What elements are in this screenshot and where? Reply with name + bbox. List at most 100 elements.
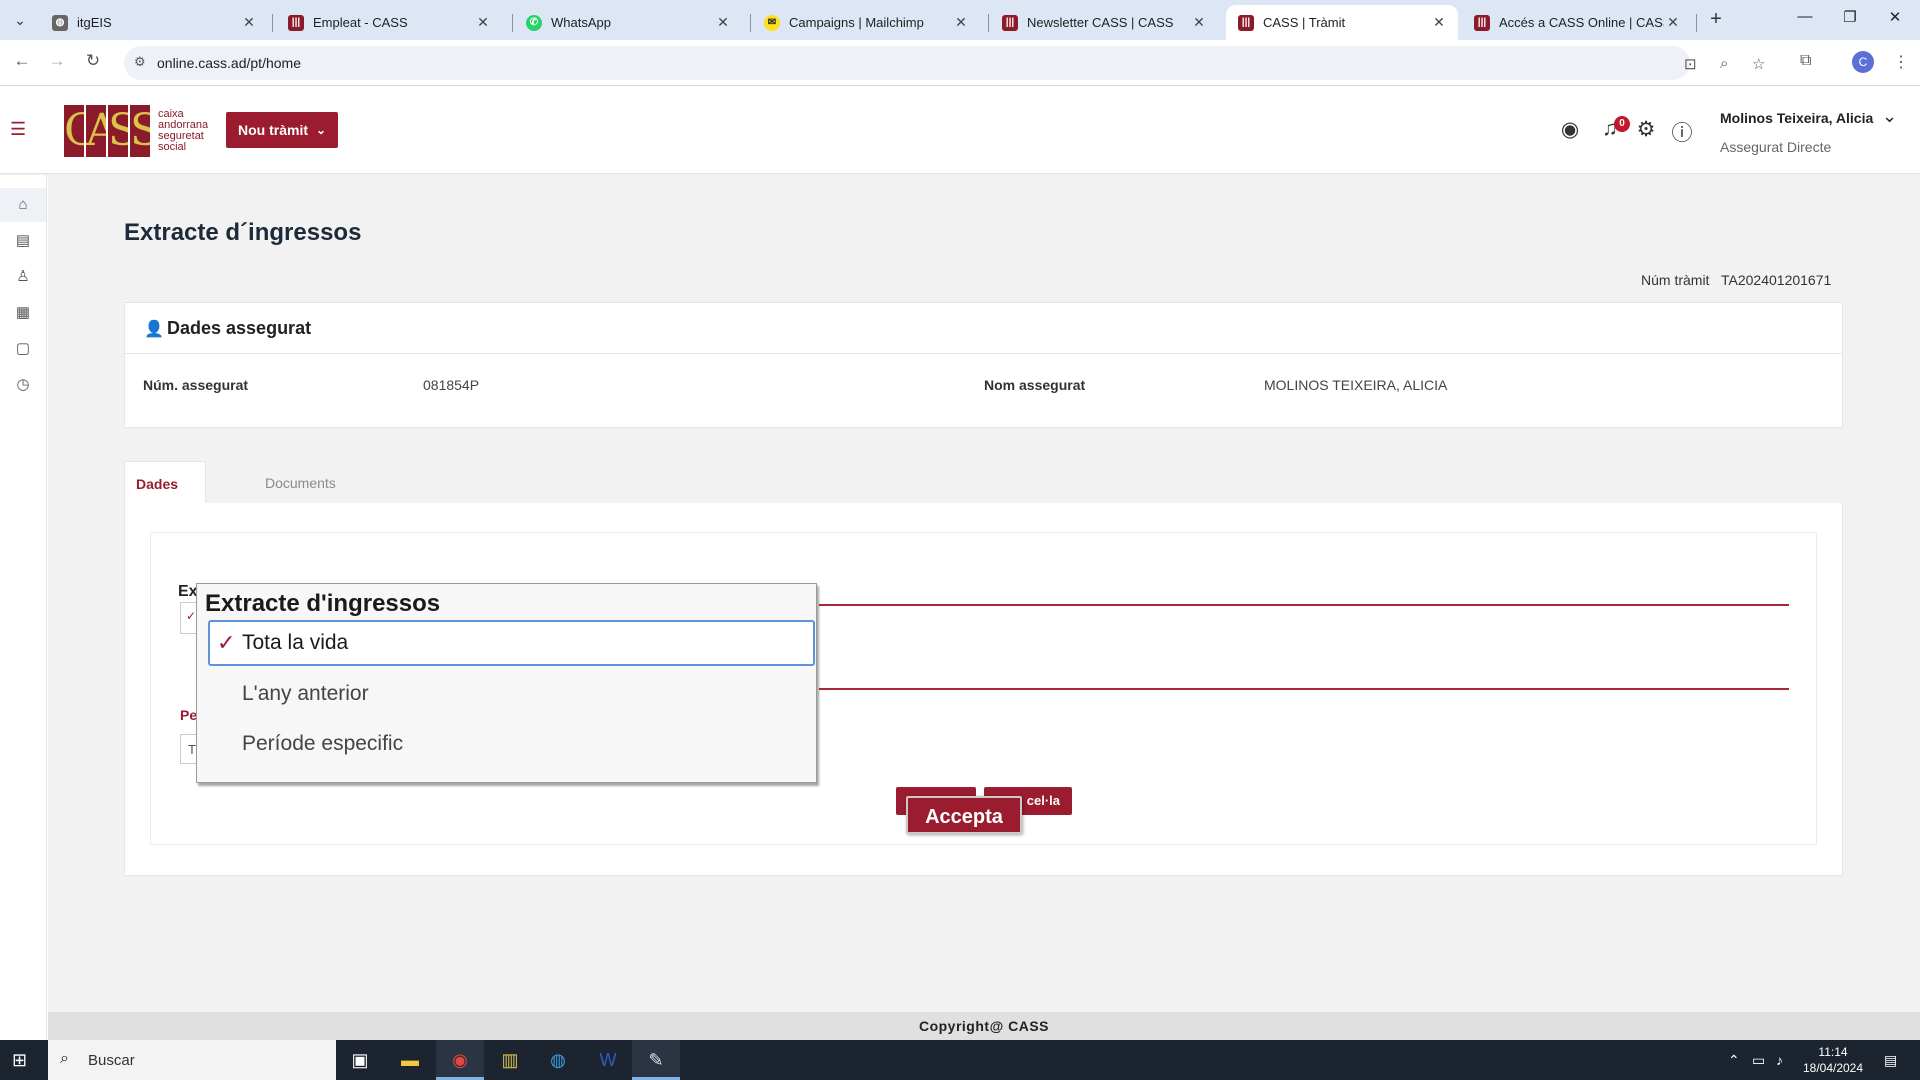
check-icon: ✓ bbox=[217, 630, 236, 655]
hamburger-menu-icon[interactable]: ☰ bbox=[10, 119, 26, 140]
tab-title: CASS | Tràmit bbox=[1263, 15, 1346, 30]
left-sidebar: ⌂ ▤ ♙ ▦ ▢ ◷ bbox=[0, 175, 47, 1040]
calendar-clock-icon[interactable]: ◷ bbox=[0, 368, 46, 402]
dropdown-option-periode-especific[interactable]: Període especific bbox=[208, 721, 815, 767]
person-pin-icon[interactable]: ♙ bbox=[0, 260, 46, 294]
insured-number-label: Núm. assegurat bbox=[143, 377, 249, 393]
close-tab-icon[interactable]: ✕ bbox=[474, 14, 492, 31]
id-card-icon[interactable]: ▤ bbox=[0, 224, 46, 258]
insured-data-card: 👤 Dades assegurat Núm. assegurat 081854P… bbox=[124, 302, 1843, 428]
gear-icon[interactable]: ⚙ bbox=[1632, 117, 1660, 142]
taskbar-clock[interactable]: 11:14 18/04/2024 bbox=[1798, 1044, 1868, 1076]
extensions-icon[interactable]: ⧉ bbox=[1800, 52, 1811, 70]
close-window-icon[interactable]: ✕ bbox=[1880, 8, 1910, 26]
period-label: Pe bbox=[180, 707, 198, 723]
close-tab-icon[interactable]: ✕ bbox=[1664, 14, 1682, 31]
user-name[interactable]: Molinos Teixeira, Alicia bbox=[1720, 110, 1873, 126]
close-tab-icon[interactable]: ✕ bbox=[952, 14, 970, 31]
notification-center-icon[interactable]: ▤ bbox=[1884, 1052, 1897, 1069]
tab-title: WhatsApp bbox=[551, 15, 611, 30]
browser-tab[interactable]: ◍ itgEIS ✕ bbox=[40, 5, 268, 40]
close-tab-icon[interactable]: ✕ bbox=[1190, 14, 1208, 31]
user-account-icon[interactable]: ◉ bbox=[1556, 117, 1584, 142]
home-icon[interactable]: ⌂ bbox=[0, 188, 46, 222]
tab-search-chevron-icon[interactable]: ⌄ bbox=[8, 8, 32, 32]
browser-tab[interactable]: ||| Empleat - CASS ✕ bbox=[276, 5, 502, 40]
chrome-icon[interactable]: ◉ bbox=[436, 1040, 484, 1080]
url-text[interactable]: online.cass.ad/pt/home bbox=[157, 55, 301, 71]
check-icon: ✓ bbox=[186, 609, 197, 623]
address-bar[interactable]: ⚙ online.cass.ad/pt/home ⊡ ⌕ ☆ bbox=[124, 46, 1765, 80]
browser-tab[interactable]: ||| Newsletter CASS | CASS ✕ bbox=[990, 5, 1218, 40]
new-procedure-button[interactable]: Nou tràmit ⌄ bbox=[226, 112, 339, 148]
new-tab-plus-icon[interactable]: + bbox=[1704, 8, 1728, 31]
whatsapp-icon: ✆ bbox=[526, 14, 542, 31]
cass-icon: ||| bbox=[1238, 14, 1254, 31]
browser-tab-strip: ⌄ ◍ itgEIS ✕ ||| Empleat - CASS ✕ ✆ What… bbox=[0, 0, 1920, 40]
cass-icon: ||| bbox=[1002, 14, 1018, 31]
bookmark-star-icon[interactable]: ☆ bbox=[1752, 55, 1765, 73]
network-icon[interactable]: ▭ bbox=[1752, 1052, 1765, 1069]
windows-start-icon[interactable]: ⊞ bbox=[12, 1050, 27, 1071]
globe-app-icon[interactable]: ◍ bbox=[534, 1040, 582, 1080]
close-tab-icon[interactable]: ✕ bbox=[240, 14, 258, 31]
cass-icon: ||| bbox=[1474, 14, 1490, 31]
card-header: 👤 Dades assegurat bbox=[125, 303, 1842, 354]
site-info-icon[interactable]: ⚙ bbox=[134, 54, 146, 70]
dropdown-option-any-anterior[interactable]: L'any anterior bbox=[208, 671, 815, 717]
tray-chevron-up-icon[interactable]: ⌃ bbox=[1728, 1052, 1740, 1069]
dropdown-title: Extracte d'ingressos bbox=[205, 590, 441, 617]
app-icon[interactable]: ✎ bbox=[632, 1040, 680, 1080]
tab-title: Campaigns | Mailchimp bbox=[789, 15, 924, 30]
word-icon[interactable]: W bbox=[584, 1040, 632, 1080]
insured-number-value: 081854P bbox=[423, 377, 480, 393]
card-title: Dades assegurat bbox=[167, 318, 312, 338]
windows-taskbar: ⊞ ⌕ Buscar ▣ ▬ ◉ ▥ ◍ W ✎ ⌃ ▭ ♪ 11:14 18/… bbox=[0, 1040, 1920, 1080]
help-icon[interactable]: ⓘ bbox=[1668, 117, 1696, 147]
cass-logo[interactable]: C A S S caixa andorrana seguretat social bbox=[64, 105, 208, 157]
minimize-icon[interactable]: — bbox=[1790, 8, 1820, 25]
insured-name-value: MOLINOS TEIXEIRA, ALICIA bbox=[1264, 377, 1448, 393]
extract-type-label: Ex bbox=[178, 583, 198, 600]
chevron-down-icon: ⌄ bbox=[316, 123, 327, 137]
file-explorer-icon[interactable]: ▬ bbox=[386, 1040, 434, 1080]
browser-tab[interactable]: ||| Accés a CASS Online | CASS ✕ bbox=[1462, 5, 1692, 40]
insured-name-label: Nom assegurat bbox=[984, 377, 1086, 393]
mailchimp-icon: ✉ bbox=[764, 14, 780, 31]
close-tab-icon[interactable]: ✕ bbox=[1430, 14, 1448, 31]
back-arrow-icon[interactable]: ← bbox=[10, 51, 34, 71]
dropdown-option-tota-la-vida[interactable]: ✓ Tota la vida bbox=[208, 620, 815, 666]
chevron-down-icon[interactable]: ⌄ bbox=[1882, 106, 1897, 127]
tab-documents[interactable]: Documents bbox=[254, 461, 347, 504]
browser-tab-active[interactable]: ||| CASS | Tràmit ✕ bbox=[1226, 5, 1458, 40]
app-header: ☰ C A S S caixa andorrana seguretat soci… bbox=[0, 87, 1920, 174]
browser-tab[interactable]: ✉ Campaigns | Mailchimp ✕ bbox=[752, 5, 980, 40]
tab-dades-generals[interactable]: Dades generals bbox=[124, 461, 206, 537]
footer-copyright: Copyright@ CASS bbox=[48, 1012, 1920, 1040]
task-view-icon[interactable]: ▣ bbox=[336, 1040, 384, 1080]
tab-title: Accés a CASS Online | CASS bbox=[1499, 15, 1664, 30]
volume-icon[interactable]: ♪ bbox=[1776, 1052, 1783, 1068]
zoom-icon[interactable]: ⌕ bbox=[1720, 55, 1728, 72]
search-icon: ⌕ bbox=[60, 1050, 69, 1067]
profile-avatar[interactable]: C bbox=[1852, 51, 1874, 73]
taskbar-search[interactable]: ⌕ Buscar bbox=[48, 1040, 336, 1080]
clipboard-icon[interactable]: ▢ bbox=[0, 332, 46, 366]
cass-app-icon[interactable]: ▥ bbox=[486, 1040, 534, 1080]
page-title: Extracte d´ingressos bbox=[124, 219, 362, 246]
more-menu-icon[interactable]: ⋮ bbox=[1893, 52, 1909, 72]
new-procedure-label: Nou tràmit bbox=[238, 122, 308, 138]
user-role: Assegurat Directe bbox=[1720, 139, 1832, 155]
reload-icon[interactable]: ↻ bbox=[81, 51, 105, 71]
close-tab-icon[interactable]: ✕ bbox=[714, 14, 732, 31]
browser-tab[interactable]: ✆ WhatsApp ✕ bbox=[514, 5, 742, 40]
logo-letter: S bbox=[108, 105, 128, 157]
restore-icon[interactable]: ❐ bbox=[1835, 8, 1865, 26]
tab-title: itgEIS bbox=[77, 15, 112, 30]
money-icon[interactable]: ▦ bbox=[0, 296, 46, 330]
globe-icon: ◍ bbox=[52, 14, 68, 31]
forward-arrow-icon[interactable]: → bbox=[45, 51, 69, 71]
procedure-number-label: Núm tràmit bbox=[1641, 272, 1710, 288]
accept-button[interactable]: Accepta bbox=[906, 796, 1022, 834]
translate-icon[interactable]: ⊡ bbox=[1684, 55, 1697, 73]
